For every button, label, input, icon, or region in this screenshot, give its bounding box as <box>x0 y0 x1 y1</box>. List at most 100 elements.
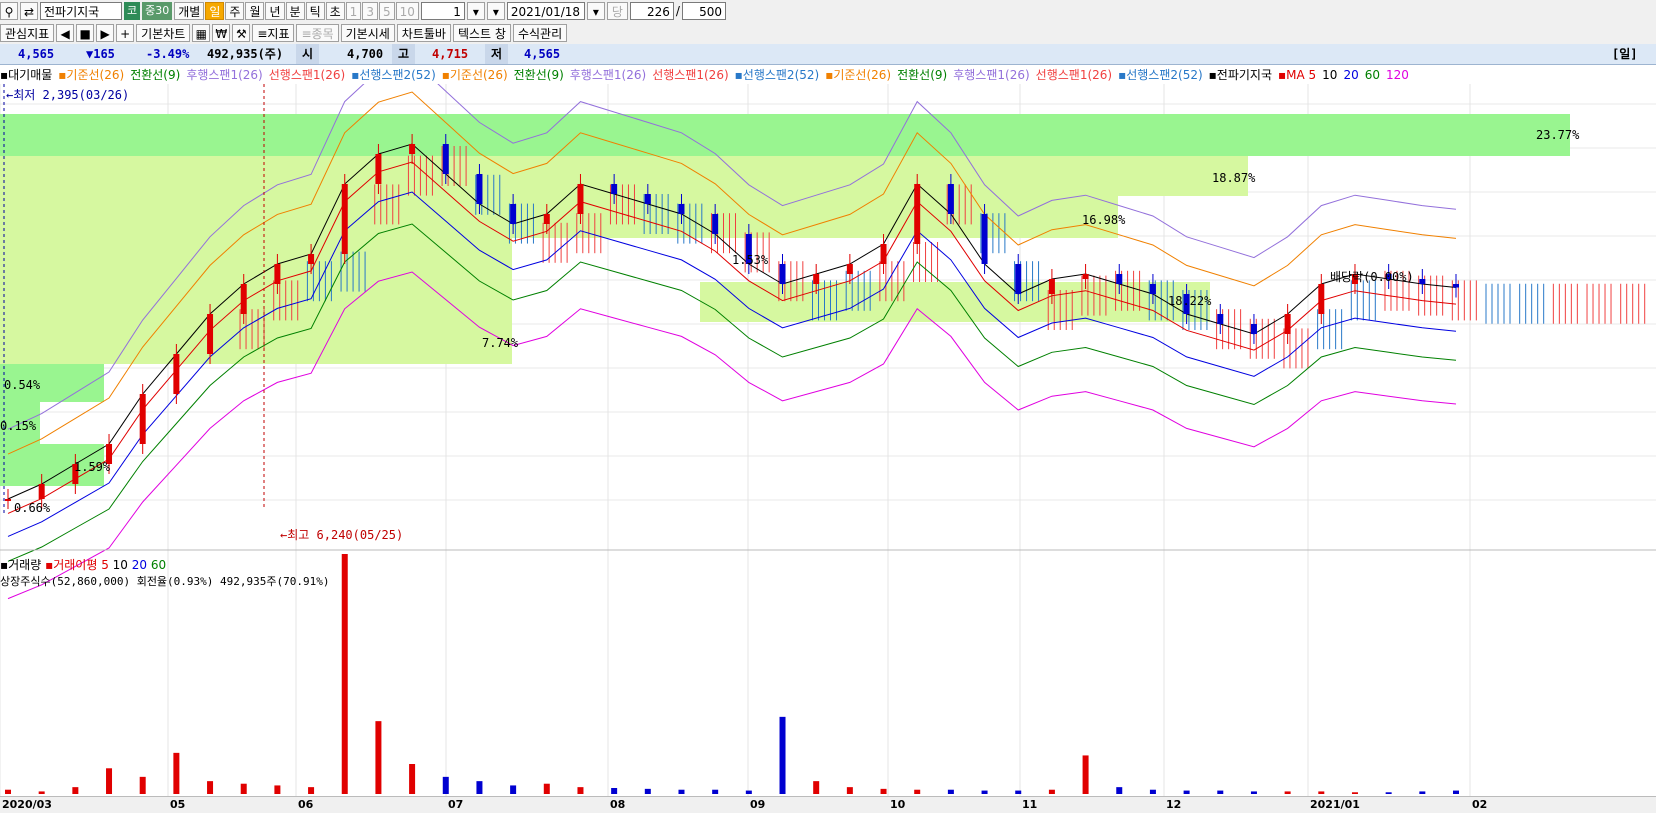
interval-button-1[interactable]: 3 <box>362 2 378 20</box>
legend-item-17: ▪MA 5 <box>1278 68 1317 82</box>
stop-icon[interactable]: ■ <box>76 24 95 42</box>
count-field[interactable]: 226 <box>629 2 674 20</box>
formula-manage-button[interactable]: 수식관리 <box>512 24 568 42</box>
x-tick-label: 2021/01 <box>1310 798 1360 811</box>
candle-body <box>139 394 146 444</box>
period-button-4[interactable]: 년 <box>265 2 285 20</box>
text-window-button[interactable]: 텍스트 창 <box>452 24 511 42</box>
open-value: 4,700 <box>347 47 384 61</box>
candle-body <box>207 314 214 354</box>
interval-button-0[interactable]: 1 <box>345 2 362 20</box>
won-icon[interactable]: ₩ <box>212 24 231 42</box>
period-tag[interactable]: [일] <box>1612 44 1638 64</box>
legend-item-1: ▪기준선(26) <box>58 68 125 82</box>
candle-body <box>1217 314 1224 324</box>
volume-bar <box>813 781 820 794</box>
volume-value: 492,935(주) <box>207 47 284 61</box>
period-button-7[interactable]: 초 <box>325 2 345 20</box>
legend-item-19: 20 <box>1343 68 1359 82</box>
period-button-3[interactable]: 월 <box>245 2 265 20</box>
candle-body <box>442 144 449 174</box>
candle-body <box>5 499 11 501</box>
price-chart[interactable] <box>0 84 1656 796</box>
volume-bar <box>914 789 921 794</box>
volume-bar <box>745 790 752 794</box>
x-tick-label: 06 <box>298 798 314 811</box>
indicator-add-button[interactable]: ≡지표 <box>252 24 295 42</box>
indicator-button[interactable]: 관심지표 <box>0 24 55 42</box>
candle-body <box>1116 274 1123 284</box>
x-tick-label: 05 <box>170 798 186 811</box>
next-icon[interactable]: ▶ <box>96 24 115 42</box>
zone-pct-7: 0.66% <box>14 501 51 515</box>
date-suffix: 당 <box>606 2 628 20</box>
prev-icon[interactable]: ◀ <box>56 24 75 42</box>
supply-zone <box>0 114 1570 156</box>
period-button-1[interactable]: 일 <box>205 2 225 20</box>
stock-name-field[interactable]: 전파기지국 <box>40 2 122 20</box>
volume-bar <box>375 721 382 794</box>
volume-bar <box>72 787 79 794</box>
chevron-down-icon[interactable]: ▾ <box>486 2 505 20</box>
candle-body <box>38 484 45 499</box>
x-tick-label: 11 <box>1022 798 1038 811</box>
high-marker: ←최고 6,240(05/25) <box>280 528 404 542</box>
chevron-down-icon[interactable]: ▾ <box>466 2 485 20</box>
zone-pct-1: 18.87% <box>1212 171 1256 185</box>
basic-chart-button[interactable]: 기본차트 <box>136 24 191 42</box>
legend-item-12: 전환선(9) <box>897 68 948 82</box>
price-change: ▼165 <box>86 47 115 61</box>
candle-body <box>611 184 618 194</box>
zone-pct-2: 16.98% <box>1082 213 1126 227</box>
zone-pct-0: 23.77% <box>1536 128 1580 142</box>
x-tick-label: 09 <box>750 798 766 811</box>
volume-bar <box>173 752 180 794</box>
chart-toolbar-button[interactable]: 차트툴바 <box>396 24 451 42</box>
interval-field[interactable]: 1 <box>420 2 465 20</box>
volume-bar <box>1351 792 1358 794</box>
swap-icon[interactable]: ⇄ <box>20 2 38 20</box>
period-button-2[interactable]: 주 <box>225 2 245 20</box>
interval-button-2[interactable]: 5 <box>378 2 395 20</box>
volume-ma-20: 20 <box>131 558 148 572</box>
calendar-dropdown-button[interactable]: ▾ <box>586 2 605 20</box>
candle-body <box>543 214 550 224</box>
date-field[interactable]: 2021/01/18 <box>506 2 585 20</box>
low-label: 저 <box>485 44 509 64</box>
candle-body <box>813 274 820 284</box>
volume-bar <box>644 788 651 794</box>
basic-quote-button[interactable]: 기본시세 <box>340 24 395 42</box>
period-button-0[interactable]: 개별 <box>174 2 205 20</box>
plus-icon[interactable]: + <box>116 24 135 42</box>
x-tick-label: 10 <box>890 798 906 811</box>
candle-body <box>510 204 517 224</box>
candle-body <box>1284 314 1291 334</box>
volume-legend: ▪거래량 ▪거래이평 5 10 20 60 상장주식수(52,860,000) … <box>0 556 330 589</box>
wrench-icon[interactable]: ⚒ <box>232 24 251 42</box>
volume-bar <box>543 783 550 794</box>
candle-body <box>914 184 921 244</box>
volume-bar <box>611 788 618 794</box>
candle-body <box>341 184 348 254</box>
supply-zone <box>0 156 1248 196</box>
stock-add-button[interactable]: ≡종목 <box>296 24 339 42</box>
grid-icon[interactable]: ▦ <box>192 24 211 42</box>
legend-item-7: 전환선(9) <box>513 68 564 82</box>
total-field[interactable]: 500 <box>681 2 726 20</box>
legend-item-20: 60 <box>1364 68 1380 82</box>
legend-item-15: ▪선행스팬2(52) <box>1118 68 1203 82</box>
period-button-6[interactable]: 틱 <box>305 2 325 20</box>
dividend-marker: 배당락(0.00%) <box>1330 270 1414 284</box>
volume-bar <box>476 781 483 794</box>
volume-bar <box>409 764 416 794</box>
indicator-legend: ▪대기매물 ▪기준선(26) 전환선(9) 후행스팬1(26) 선행스팬1(26) ▪선행… <box>0 66 1656 84</box>
search-icon[interactable]: ⚲ <box>0 2 18 20</box>
change-percent: -3.49% <box>146 47 190 61</box>
period-button-5[interactable]: 분 <box>285 2 305 20</box>
toolbar-secondary: 관심지표 ◀ ■ ▶ + 기본차트 ▦ ₩ ⚒ ≡지표 ≡종목 기본시세 차트툴… <box>0 22 1656 45</box>
zone-pct-5: 0.15% <box>0 419 37 433</box>
candle-body <box>779 264 786 284</box>
candle-body <box>240 284 247 314</box>
volume-bar <box>1015 790 1022 794</box>
interval-button-3[interactable]: 10 <box>395 2 419 20</box>
